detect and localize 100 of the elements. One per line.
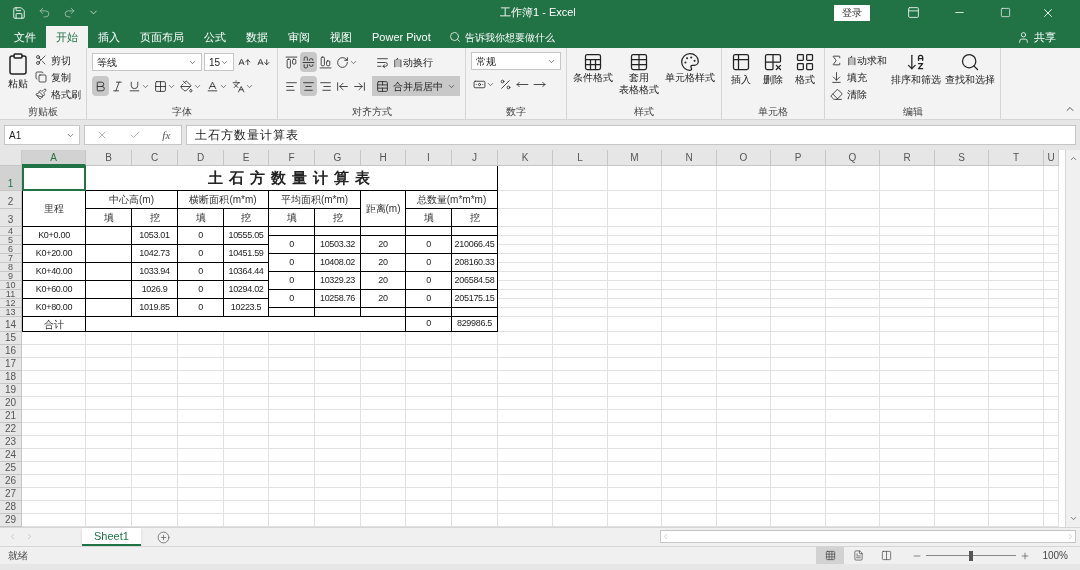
column-header[interactable]: J (452, 150, 498, 166)
save-icon[interactable] (12, 5, 26, 20)
formula-field[interactable]: 土石方数量计算表 (186, 125, 1076, 145)
vertical-align-button[interactable] (300, 52, 317, 72)
column-header[interactable]: P (771, 150, 826, 166)
row-header[interactable]: 29 (0, 514, 22, 527)
tell-me-field[interactable]: 告诉我你想要做什么 (448, 26, 555, 48)
merge-center-button[interactable]: 合并后居中 (372, 76, 460, 96)
wrap-text-button[interactable]: 自动换行 (372, 52, 460, 72)
add-sheet-button[interactable] (156, 528, 170, 546)
column-header[interactable]: T (989, 150, 1044, 166)
table-cell: 10258.76 (315, 290, 361, 308)
column-header[interactable]: D (178, 150, 224, 166)
redo-icon[interactable] (63, 6, 76, 19)
row-header[interactable]: 14 (0, 317, 22, 332)
row-header[interactable]: 3 (0, 209, 22, 227)
row-header[interactable]: 16 (0, 345, 22, 358)
column-header[interactable]: A (22, 150, 86, 166)
horizontal-align-button[interactable] (300, 76, 317, 96)
row-header[interactable]: 22 (0, 423, 22, 436)
column-header[interactable]: R (880, 150, 935, 166)
find-select-button[interactable]: 查找和选择 (945, 52, 995, 87)
ribbon-tab[interactable]: 视图 (320, 26, 362, 48)
sheet-tab[interactable]: Sheet1 (82, 528, 141, 546)
ribbon-tab[interactable]: 开始 (46, 26, 88, 48)
column-header[interactable]: E (224, 150, 269, 166)
group-label: 单元格 (758, 105, 788, 119)
zoom-thumb[interactable] (969, 550, 974, 561)
row-header[interactable]: 1 (0, 166, 22, 191)
autosum-button[interactable]: 自动求和 (830, 52, 887, 68)
row-header[interactable]: 26 (0, 475, 22, 488)
cut-button[interactable]: 剪切 (35, 52, 81, 68)
style-button[interactable]: 套用 表格格式 (618, 52, 660, 96)
table-cell: 1053.01 (132, 227, 178, 245)
station-cell: K0+40.00 (22, 263, 86, 281)
row-header[interactable]: 4 (0, 227, 22, 236)
ribbon-tab[interactable]: Power Pivot (362, 26, 441, 48)
row-header[interactable]: 23 (0, 436, 22, 449)
zoom-in-icon[interactable] (1020, 550, 1031, 561)
column-header[interactable]: O (717, 150, 771, 166)
row-header[interactable]: 7 (0, 254, 22, 263)
horizontal-scrollbar[interactable] (659, 530, 1076, 543)
font-name-field[interactable]: 等线 (92, 53, 202, 71)
row-header[interactable]: 19 (0, 384, 22, 397)
column-header[interactable]: S (935, 150, 989, 166)
row-header[interactable]: 24 (0, 449, 22, 462)
cells-button[interactable]: 格式 (791, 52, 819, 87)
ribbon-tab[interactable]: 公式 (194, 26, 236, 48)
function-button[interactable]: fx (162, 126, 171, 144)
row-header[interactable]: 20 (0, 397, 22, 410)
column-header[interactable]: H (361, 150, 406, 166)
format-painter-button[interactable]: 格式刷 (35, 86, 81, 102)
row-header[interactable]: 15 (0, 332, 22, 345)
style-button[interactable]: 条件格式 (572, 52, 614, 84)
column-header[interactable]: U (1044, 150, 1059, 166)
column-header[interactable]: M (608, 150, 662, 166)
window-title: 工作簿1 - Excel (500, 5, 576, 21)
row-header[interactable]: 25 (0, 462, 22, 475)
column-header[interactable]: K (498, 150, 553, 166)
row-header[interactable]: 27 (0, 488, 22, 501)
number-format-field[interactable]: 常规 (471, 52, 561, 70)
column-header[interactable]: Q (826, 150, 880, 166)
style-button[interactable]: 单元格样式 (664, 52, 716, 84)
ribbon-tab[interactable]: 插入 (88, 26, 130, 48)
share-button[interactable]: 共享 (1017, 26, 1056, 48)
paste-button[interactable]: 粘贴 (5, 52, 31, 91)
row-header[interactable]: 2 (0, 191, 22, 209)
column-header[interactable]: L (553, 150, 608, 166)
font-size-field[interactable]: 15 (204, 53, 234, 71)
column-header[interactable]: I (406, 150, 452, 166)
vertical-scrollbar[interactable] (1065, 150, 1080, 527)
bold-button[interactable] (92, 76, 109, 96)
row-header[interactable]: 21 (0, 410, 22, 423)
column-header[interactable]: B (86, 150, 132, 166)
zoom-slider[interactable] (926, 550, 1017, 561)
cells-button[interactable]: 插入 (727, 52, 755, 87)
row-header[interactable]: 28 (0, 501, 22, 514)
row-header[interactable]: 18 (0, 371, 22, 384)
column-header[interactable]: N (662, 150, 717, 166)
selected-cell[interactable] (22, 166, 86, 191)
column-header[interactable]: C (132, 150, 178, 166)
ribbon-tab[interactable]: 文件 (4, 26, 46, 48)
undo-icon[interactable] (38, 6, 51, 19)
sign-in-button[interactable]: 登录 (834, 4, 870, 21)
name-box[interactable]: A1 (4, 125, 80, 145)
check-icon[interactable] (129, 129, 141, 141)
cells-button[interactable]: 删除 (759, 52, 787, 87)
view-button[interactable] (816, 547, 845, 564)
clear-button[interactable]: 清除 (830, 86, 887, 102)
zoom-level[interactable]: 100% (1042, 548, 1068, 563)
row-header[interactable]: 17 (0, 358, 22, 371)
column-header[interactable]: F (269, 150, 315, 166)
fill-button[interactable]: 填充 (830, 69, 887, 85)
sub-heading: 挖 (132, 209, 178, 227)
sort-filter-button[interactable]: 排序和筛选 (891, 52, 941, 87)
ribbon-tab[interactable]: 审阅 (278, 26, 320, 48)
copy-button[interactable]: 复制 (35, 69, 81, 85)
column-header[interactable]: G (315, 150, 361, 166)
ribbon-tab[interactable]: 数据 (236, 26, 278, 48)
ribbon-tab[interactable]: 页面布局 (130, 26, 194, 48)
